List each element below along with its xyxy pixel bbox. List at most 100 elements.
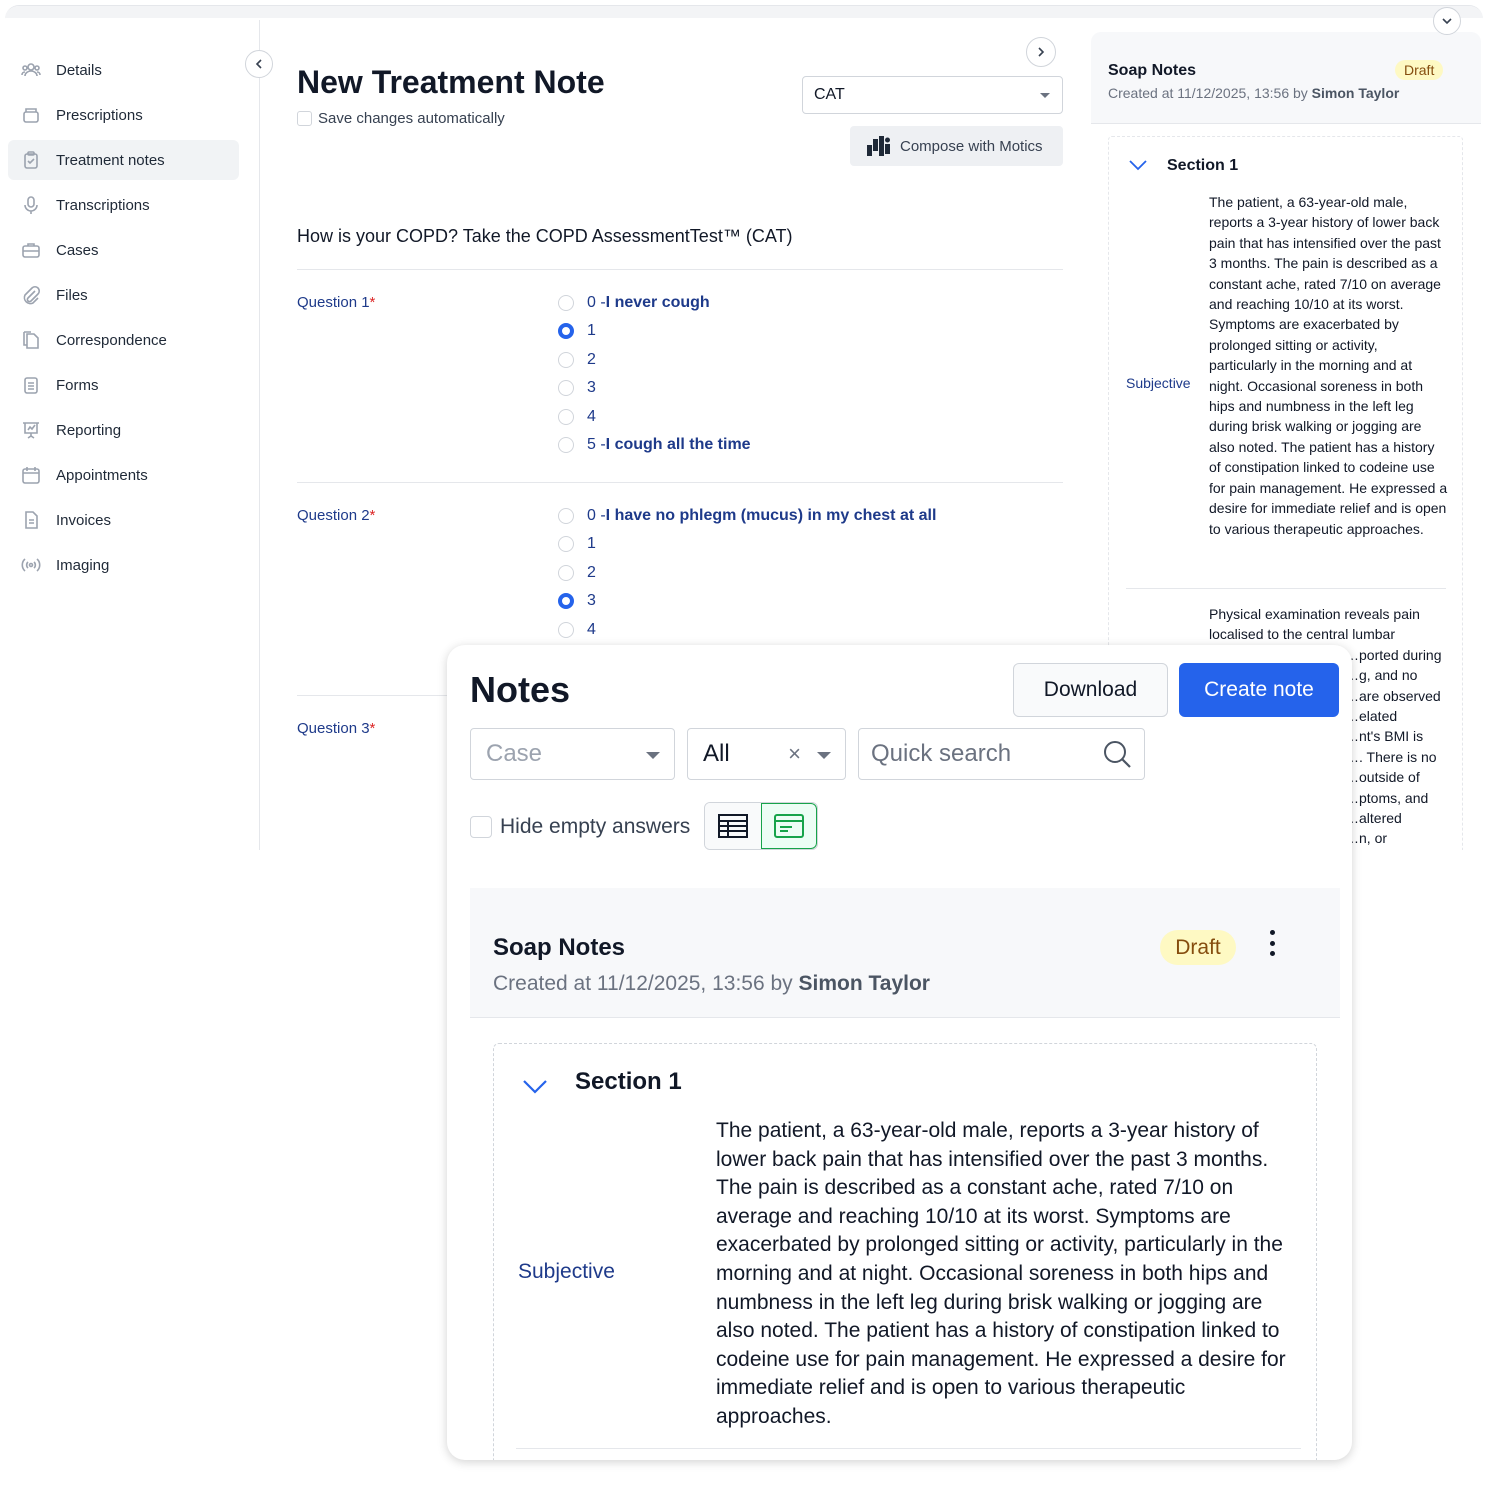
documents-icon bbox=[20, 329, 42, 351]
card-view-icon bbox=[773, 814, 804, 838]
filter-select[interactable]: All × bbox=[687, 728, 846, 780]
question-label-text: Question 1 bbox=[297, 294, 370, 311]
sidebar-item-cases[interactable]: Cases bbox=[8, 230, 239, 270]
more-options-icon[interactable] bbox=[1260, 928, 1284, 958]
sidebar-item-treatment-notes[interactable]: Treatment notes bbox=[8, 140, 239, 180]
notes-popup: Notes Download Create note Case All × Qu… bbox=[447, 645, 1352, 1460]
radio-button-selected[interactable] bbox=[558, 323, 574, 339]
chevron-down-icon[interactable] bbox=[522, 1079, 548, 1095]
case-select[interactable]: Case bbox=[470, 728, 675, 780]
case-select-placeholder: Case bbox=[486, 740, 543, 767]
table-view-button[interactable] bbox=[705, 803, 761, 849]
collapse-top-button[interactable] bbox=[1433, 7, 1461, 35]
q2-option-2[interactable]: 2 bbox=[558, 562, 596, 584]
autosave-checkbox[interactable] bbox=[297, 111, 312, 126]
subjective-label: Subjective bbox=[1126, 375, 1191, 391]
q1-option-3[interactable]: 3 bbox=[558, 377, 596, 399]
option-text: I never cough bbox=[605, 294, 710, 311]
sidebar-item-label: Cases bbox=[56, 241, 99, 259]
q1-option-4[interactable]: 4 bbox=[558, 406, 596, 428]
preview-created-meta: Created at 11/12/2025, 13:56 by Simon Ta… bbox=[1108, 85, 1399, 101]
radio-button[interactable] bbox=[558, 380, 574, 396]
radio-button[interactable] bbox=[558, 536, 574, 552]
divider bbox=[516, 1448, 1301, 1449]
sidebar-item-label: Files bbox=[56, 286, 88, 304]
option-prefix: 5 - bbox=[587, 436, 606, 453]
caret-down-icon bbox=[1040, 93, 1050, 98]
motics-logo-icon bbox=[867, 136, 890, 156]
sidebar-item-imaging[interactable]: Imaging bbox=[8, 545, 239, 585]
broadcast-icon bbox=[20, 554, 42, 576]
hide-empty-checkbox[interactable] bbox=[470, 816, 492, 838]
question-label-text: Question 2 bbox=[297, 507, 370, 524]
autosave-toggle[interactable]: Save changes automatically bbox=[297, 110, 505, 127]
option-prefix: 3 bbox=[587, 379, 596, 396]
chevron-down-icon bbox=[1442, 18, 1452, 25]
sidebar-item-invoices[interactable]: Invoices bbox=[8, 500, 239, 540]
q1-option-0[interactable]: 0 - I never cough bbox=[558, 292, 710, 314]
download-button[interactable]: Download bbox=[1013, 663, 1168, 717]
chevron-down-icon[interactable] bbox=[1129, 159, 1147, 171]
radio-button[interactable] bbox=[558, 409, 574, 425]
section-title: Section 1 bbox=[575, 1068, 682, 1095]
sidebar-item-label: Appointments bbox=[56, 466, 148, 484]
sidebar-item-forms[interactable]: Forms bbox=[8, 365, 239, 405]
radio-button[interactable] bbox=[558, 295, 574, 311]
option-text: I have no phlegm (mucus) in my chest at … bbox=[605, 507, 937, 524]
next-button[interactable] bbox=[1026, 37, 1056, 67]
sidebar-item-details[interactable]: Details bbox=[8, 50, 239, 90]
sidebar-item-label: Invoices bbox=[56, 511, 112, 529]
radio-button[interactable] bbox=[558, 352, 574, 368]
sidebar-collapse-button[interactable] bbox=[245, 50, 273, 78]
subjective-text: The patient, a 63-year-old male, reports… bbox=[716, 1119, 1286, 1428]
q1-option-2[interactable]: 2 bbox=[558, 349, 596, 371]
text-line: localised to the central lumbar bbox=[1209, 626, 1395, 643]
status-badge: Draft bbox=[1160, 930, 1236, 965]
sidebar-item-appointments[interactable]: Appointments bbox=[8, 455, 239, 495]
compose-with-motics-button[interactable]: Compose with Motics bbox=[850, 126, 1063, 166]
card-view-button[interactable] bbox=[760, 803, 817, 849]
view-mode-toggle bbox=[704, 802, 818, 850]
q1-option-5[interactable]: 5 - I cough all the time bbox=[558, 434, 751, 456]
radio-button[interactable] bbox=[558, 622, 574, 638]
q2-option-3[interactable]: 3 bbox=[558, 590, 596, 612]
required-marker: * bbox=[369, 294, 376, 311]
sidebar-item-label: Imaging bbox=[56, 556, 110, 574]
search-icon[interactable] bbox=[1102, 739, 1132, 769]
quick-search-input[interactable]: Quick search bbox=[858, 728, 1145, 780]
popup-title: Notes bbox=[470, 669, 571, 710]
q2-option-1[interactable]: 1 bbox=[558, 533, 596, 555]
compose-label: Compose with Motics bbox=[900, 137, 1043, 155]
created-prefix: Created at 11/12/2025, 13:56 by bbox=[493, 972, 799, 995]
question-label-text: Question 3 bbox=[297, 720, 370, 737]
radio-button[interactable] bbox=[558, 565, 574, 581]
sidebar-item-files[interactable]: Files bbox=[8, 275, 239, 315]
presentation-chart-icon bbox=[20, 419, 42, 441]
radio-button[interactable] bbox=[558, 508, 574, 524]
question-3-label: Question 3* bbox=[297, 720, 375, 737]
create-note-button[interactable]: Create note bbox=[1179, 663, 1339, 717]
clear-icon[interactable]: × bbox=[788, 741, 801, 767]
note-card: Soap Notes Created at 11/12/2025, 13:56 … bbox=[470, 888, 1340, 1460]
section-title: Section 1 bbox=[1167, 157, 1239, 174]
sidebar-item-reporting[interactable]: Reporting bbox=[8, 410, 239, 450]
q2-option-4[interactable]: 4 bbox=[558, 619, 596, 641]
template-select[interactable]: CAT bbox=[802, 76, 1063, 114]
sidebar-item-correspondence[interactable]: Correspondence bbox=[8, 320, 239, 360]
option-prefix: 2 bbox=[587, 564, 596, 581]
q2-option-0[interactable]: 0 - I have no phlegm (mucus) in my chest… bbox=[558, 505, 936, 527]
radio-button-selected[interactable] bbox=[558, 593, 574, 609]
q1-option-1[interactable]: 1 bbox=[558, 320, 596, 342]
sidebar-item-prescriptions[interactable]: Prescriptions bbox=[8, 95, 239, 135]
hide-empty-answers-toggle[interactable]: Hide empty answers bbox=[470, 815, 690, 839]
sidebar-item-transcriptions[interactable]: Transcriptions bbox=[8, 185, 239, 225]
option-text: I cough all the time bbox=[605, 436, 751, 453]
subjective-label: Subjective bbox=[518, 1260, 615, 1283]
created-by: Simon Taylor bbox=[1311, 85, 1400, 101]
question-2-label: Question 2* bbox=[297, 507, 375, 524]
question-1-label: Question 1* bbox=[297, 294, 375, 311]
radio-button[interactable] bbox=[558, 437, 574, 453]
sidebar-item-label: Transcriptions bbox=[56, 196, 150, 214]
sidebar-item-label: Prescriptions bbox=[56, 106, 143, 124]
option-prefix: 0 - bbox=[587, 294, 606, 311]
